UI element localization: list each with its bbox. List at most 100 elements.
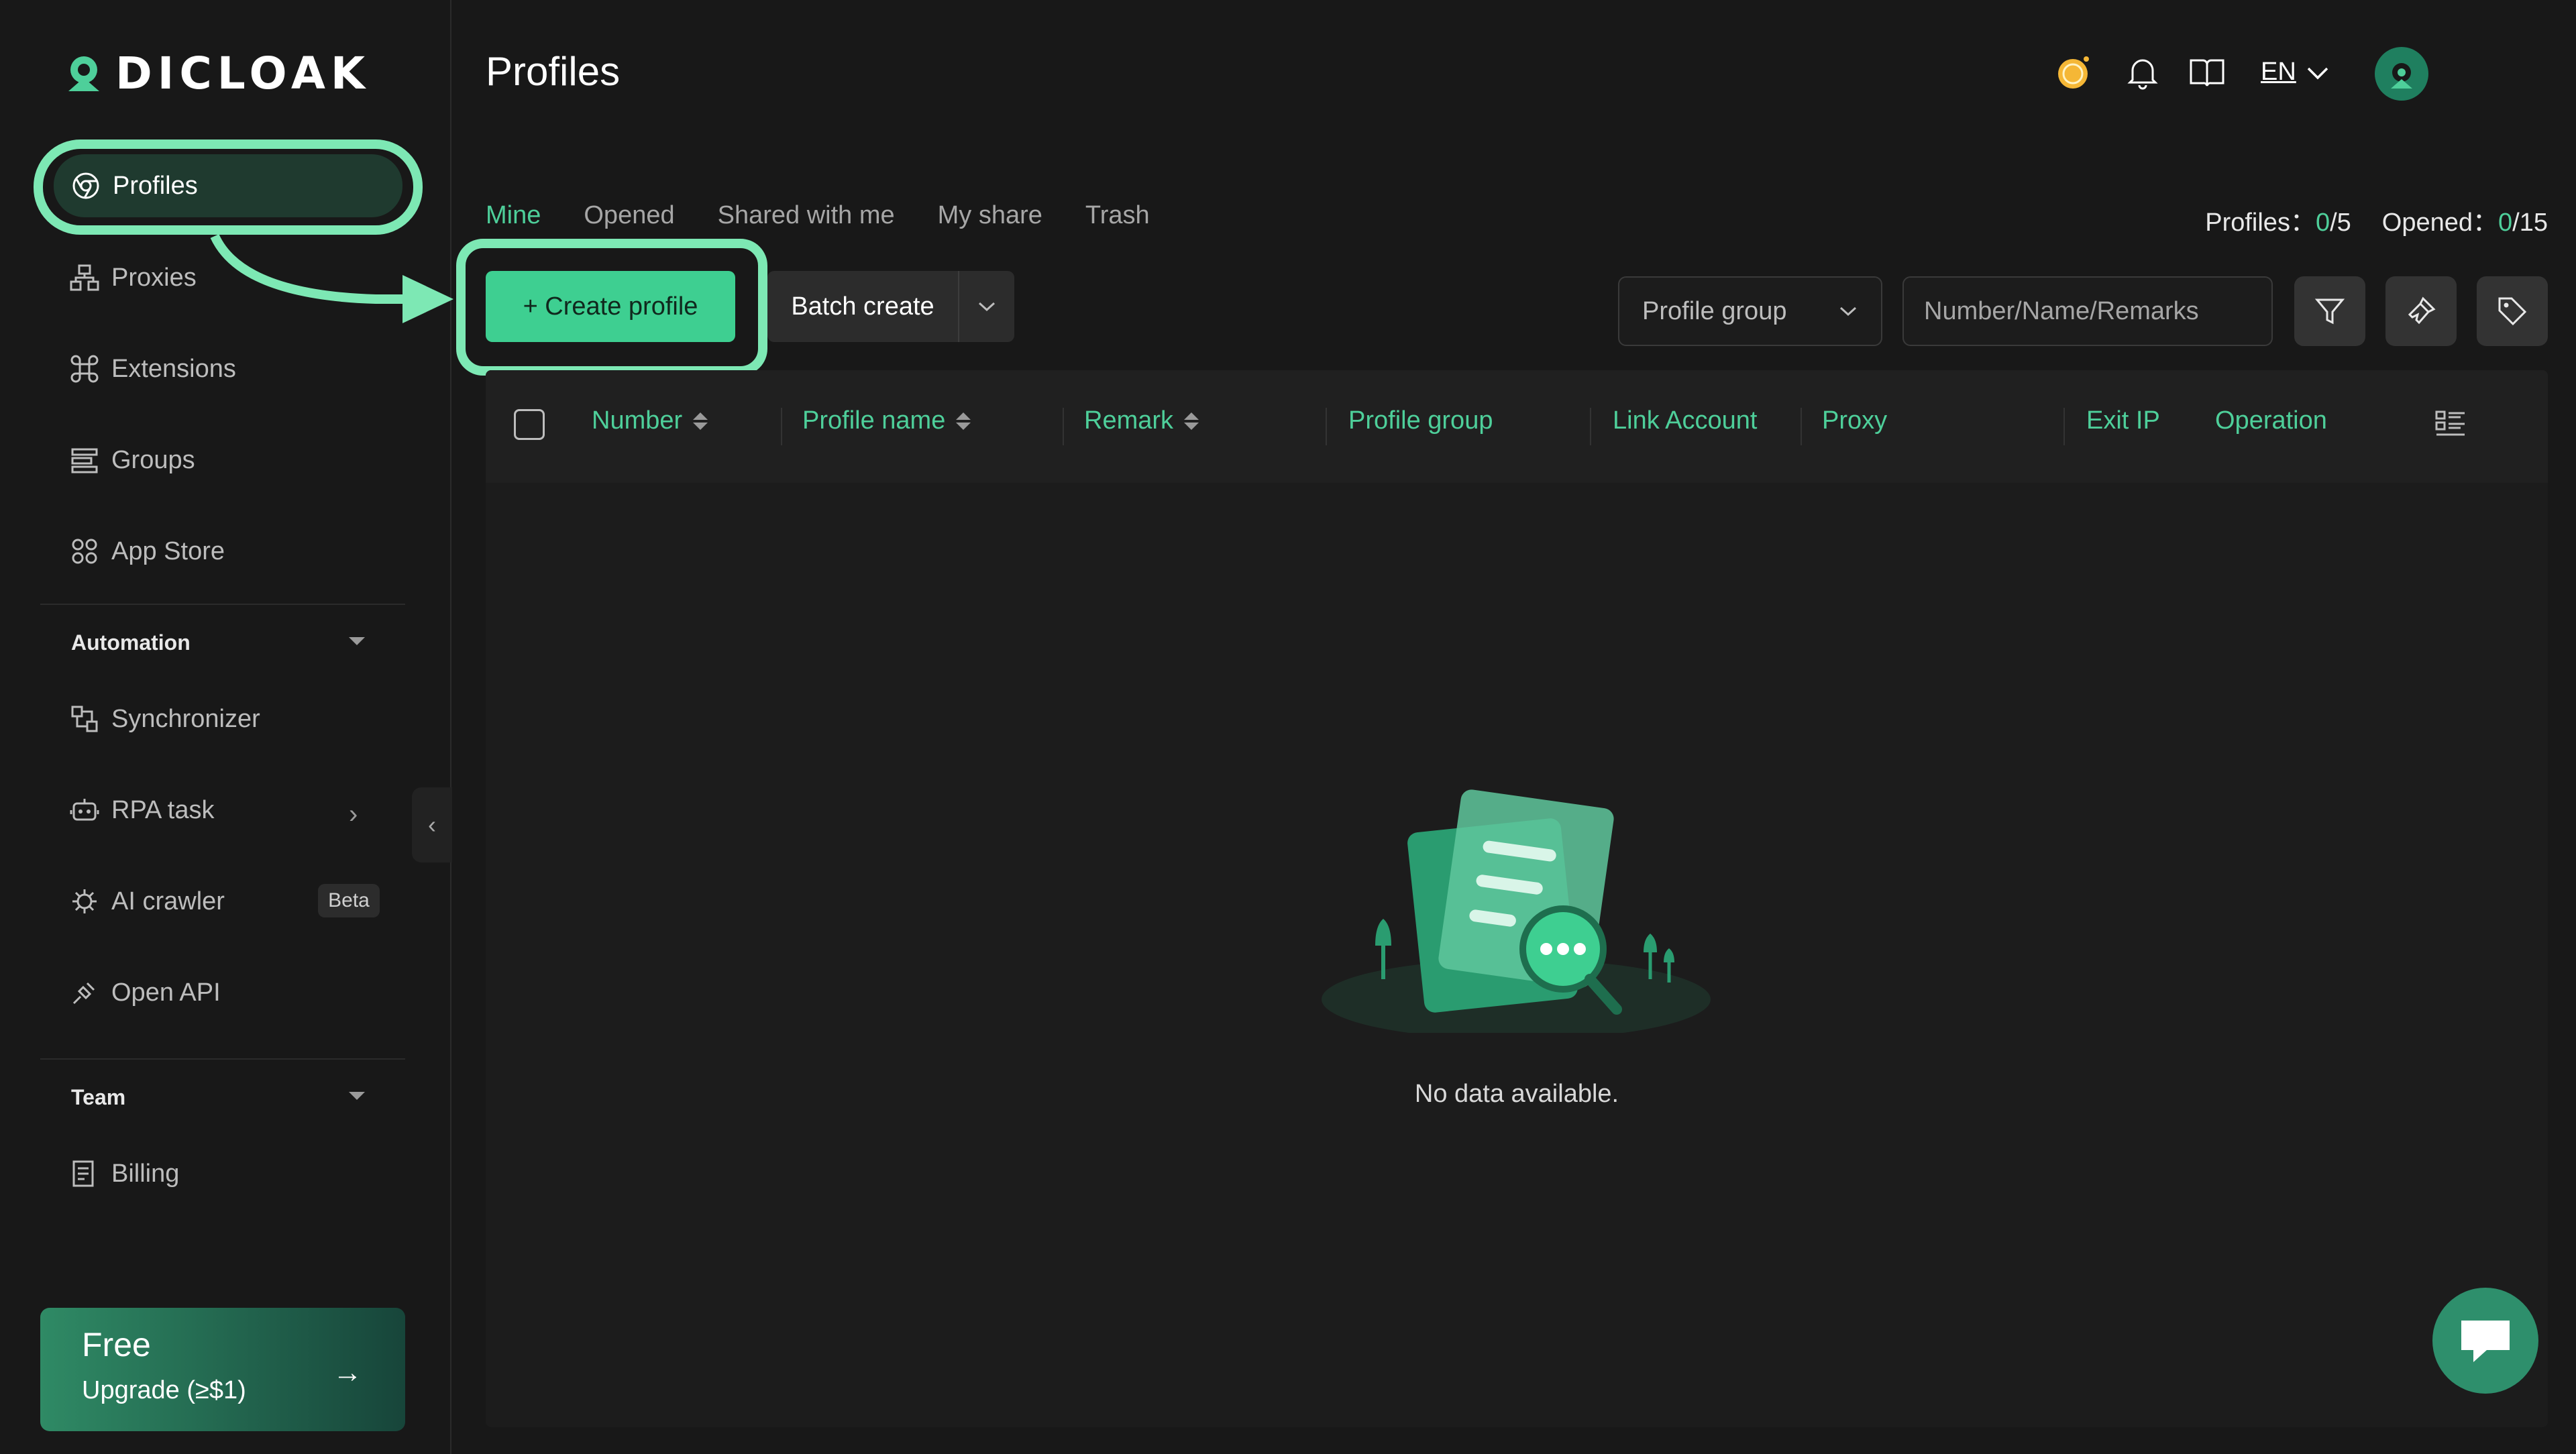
sidebar-item-label: Extensions [111, 354, 236, 383]
sidebar-item-label: Billing [111, 1159, 180, 1188]
divider [40, 604, 405, 605]
tag-button[interactable] [2477, 276, 2548, 346]
plug-icon [70, 978, 99, 1007]
caret-down-icon[interactable] [349, 1092, 365, 1100]
sidebar-item-extensions[interactable]: Extensions [40, 335, 402, 402]
upgrade-card[interactable]: Free Upgrade (≥$1) → [40, 1308, 405, 1431]
list-icon [70, 445, 99, 475]
column-label: Profile name [802, 406, 946, 435]
column-profile-name[interactable]: Profile name [802, 406, 971, 435]
coin-icon[interactable] [2053, 52, 2093, 93]
logo[interactable]: DICLOAK [62, 47, 371, 99]
logo-text: DICLOAK [115, 47, 371, 99]
sidebar-item-label: App Store [111, 537, 225, 565]
billing-icon [70, 1159, 99, 1188]
bell-icon[interactable] [2123, 52, 2163, 93]
table-header: Number Profile name Remark Profile group… [486, 370, 2548, 483]
select-all-checkbox[interactable] [514, 409, 545, 440]
column-proxy: Proxy [1822, 406, 1887, 435]
column-label: Number [592, 406, 683, 435]
language-label: EN [2261, 58, 2296, 86]
beta-badge: Beta [318, 884, 380, 917]
sidebar-item-label: Proxies [111, 263, 197, 292]
empty-state-illustration [1322, 789, 1711, 1033]
column-number[interactable]: Number [592, 406, 708, 435]
clean-button[interactable] [2385, 276, 2457, 346]
sidebar-item-synchronizer[interactable]: Synchronizer [40, 685, 402, 752]
sort-icon[interactable] [956, 412, 971, 430]
profiles-table: Number Profile name Remark Profile group… [486, 370, 2548, 1427]
sidebar-item-label: Groups [111, 445, 195, 474]
column-exit-ip: Exit IP [2086, 406, 2160, 435]
book-icon[interactable] [2187, 52, 2227, 93]
upgrade-link[interactable]: Upgrade (≥$1) [82, 1376, 364, 1405]
sidebar-item-rpa-task[interactable]: RPA task [40, 777, 402, 844]
command-icon [70, 354, 99, 384]
column-separator [1326, 408, 1327, 445]
tab-my-share[interactable]: My share [938, 201, 1042, 230]
search-field[interactable] [1902, 276, 2273, 346]
empty-state-text: No data available. [1414, 1080, 1619, 1108]
opened-count-label: Opened： [2381, 209, 2499, 237]
profiles-count: Profiles：0/5 [2205, 201, 2351, 238]
profile-group-select[interactable]: Profile group [1618, 276, 1882, 346]
search-input[interactable] [1924, 296, 2252, 326]
sort-icon[interactable] [1184, 412, 1199, 430]
chevron-down-icon [1839, 306, 1857, 317]
batch-create-button[interactable]: Batch create [767, 271, 1014, 342]
arrow-right-icon: → [333, 1356, 362, 1389]
column-operation: Operation [2215, 406, 2327, 435]
avatar[interactable] [2375, 47, 2428, 101]
robot-icon [70, 795, 99, 825]
sort-icon[interactable] [693, 412, 708, 430]
chevron-down-icon [2307, 67, 2328, 79]
column-label: Link Account [1613, 406, 1758, 435]
network-icon [70, 263, 99, 292]
sidebar-item-open-api[interactable]: Open API [40, 959, 402, 1026]
tab-trash[interactable]: Trash [1085, 201, 1150, 230]
sidebar-item-groups[interactable]: Groups [40, 427, 402, 494]
chat-button[interactable] [2432, 1288, 2538, 1394]
sidebar-item-label: Profiles [113, 171, 198, 200]
column-separator [1590, 408, 1591, 445]
sidebar: DICLOAK Profiles Proxies Extensions Grou… [0, 0, 451, 1454]
page-title: Profiles [486, 49, 621, 94]
filter-icon [2314, 298, 2345, 325]
column-remark[interactable]: Remark [1084, 406, 1199, 435]
tab-opened[interactable]: Opened [584, 201, 674, 230]
opened-count: Opened：0/15 [2382, 201, 2548, 238]
tab-mine[interactable]: Mine [486, 201, 541, 230]
filter-button[interactable] [2294, 276, 2365, 346]
sidebar-item-profiles[interactable]: Profiles [54, 154, 402, 217]
sidebar-item-proxies[interactable]: Proxies [40, 244, 402, 311]
sidebar-item-billing[interactable]: Billing [40, 1140, 402, 1207]
column-link-account: Link Account [1613, 406, 1757, 435]
sidebar-item-label: Synchronizer [111, 704, 260, 733]
section-heading-team: Team [71, 1085, 126, 1109]
chat-icon [2461, 1321, 2510, 1362]
sidebar-item-label: AI crawler [111, 887, 225, 915]
app-store-icon [70, 537, 99, 566]
create-profile-button[interactable]: + Create profile [486, 271, 735, 342]
collapse-sidebar-button[interactable]: ‹ [412, 787, 452, 862]
divider [40, 1058, 405, 1060]
tab-shared-with-me[interactable]: Shared with me [718, 201, 895, 230]
section-heading-automation: Automation [71, 630, 191, 655]
batch-create-label: Batch create [791, 292, 934, 321]
profile-counts: Profiles：0/5 Opened：0/15 [2205, 201, 2548, 238]
column-settings-icon[interactable] [2434, 408, 2467, 445]
column-label: Proxy [1822, 406, 1888, 435]
batch-create-dropdown[interactable] [958, 271, 1014, 342]
sidebar-item-label: RPA task [111, 795, 215, 824]
column-profile-group: Profile group [1348, 406, 1493, 435]
profiles-count-label: Profiles： [2205, 209, 2316, 237]
tag-icon [2498, 297, 2527, 326]
profile-group-select-value: Profile group [1642, 296, 1787, 325]
sidebar-item-app-store[interactable]: App Store [40, 518, 402, 585]
chevron-right-icon[interactable]: › [349, 799, 358, 830]
column-label: Operation [2215, 406, 2327, 435]
sidebar-item-label: Open API [111, 978, 221, 1007]
column-label: Remark [1084, 406, 1174, 435]
caret-down-icon[interactable] [349, 637, 365, 645]
language-selector[interactable]: EN [2261, 58, 2330, 87]
